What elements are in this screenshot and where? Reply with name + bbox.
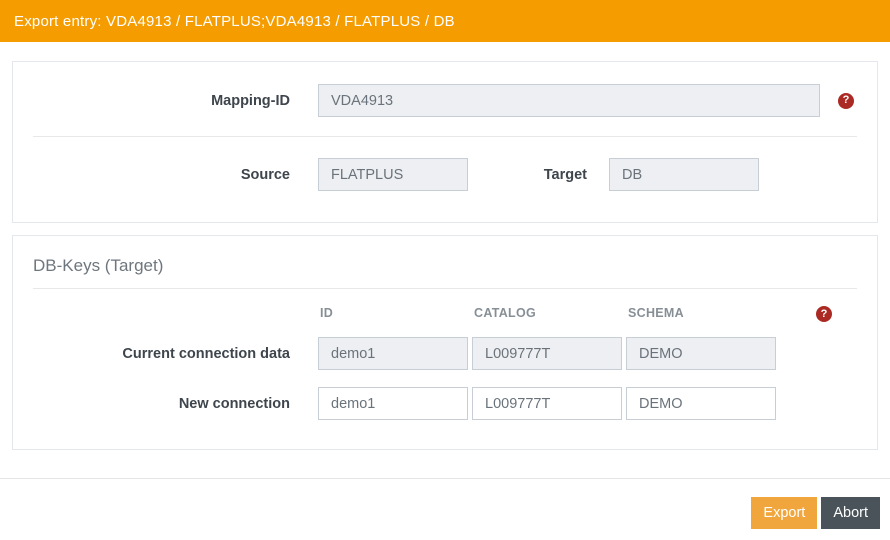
- db-keys-title: DB-Keys (Target): [33, 256, 164, 275]
- db-keys-card: DB-Keys (Target) ID CATALOG SCHEMA ? Cur…: [12, 235, 878, 450]
- source-input: [318, 158, 468, 191]
- column-header-row: ID CATALOG SCHEMA ?: [33, 306, 857, 322]
- column-header-id: ID: [320, 306, 334, 320]
- abort-button[interactable]: Abort: [821, 497, 880, 529]
- dialog-body: Mapping-ID ? Source Target DB-Keys (Targ…: [0, 42, 890, 450]
- current-catalog-input: [472, 337, 622, 370]
- target-label: Target: [543, 166, 587, 183]
- new-connection-label: New connection: [178, 395, 290, 412]
- new-catalog-input[interactable]: [472, 387, 622, 420]
- help-icon[interactable]: ?: [838, 92, 854, 109]
- mapping-card: Mapping-ID ? Source Target: [12, 61, 878, 223]
- title-bar: Export entry: VDA4913 / FLATPLUS;VDA4913…: [0, 0, 890, 42]
- footer-actions: Export Abort: [751, 497, 880, 529]
- footer-divider: [0, 478, 890, 479]
- source-target-row: Source Target: [33, 158, 857, 191]
- current-connection-label: Current connection data: [122, 345, 290, 362]
- column-header-catalog: CATALOG: [474, 306, 537, 320]
- export-button[interactable]: Export: [751, 497, 818, 529]
- page-title: Export entry: VDA4913 / FLATPLUS;VDA4913…: [14, 12, 455, 30]
- target-input: [609, 158, 759, 191]
- new-id-input[interactable]: [318, 387, 468, 420]
- column-header-schema: SCHEMA: [628, 306, 684, 320]
- current-id-input: [318, 337, 468, 370]
- mapping-id-row: Mapping-ID ?: [33, 84, 857, 117]
- mapping-id-label: Mapping-ID: [211, 92, 290, 109]
- new-connection-row: New connection: [33, 387, 857, 420]
- current-connection-row: Current connection data: [33, 337, 857, 370]
- new-schema-input[interactable]: [626, 387, 776, 420]
- current-schema-input: [626, 337, 776, 370]
- help-icon[interactable]: ?: [816, 306, 832, 322]
- divider: [33, 136, 857, 137]
- divider: [33, 288, 857, 289]
- mapping-id-input: [318, 84, 820, 117]
- source-label: Source: [240, 166, 290, 183]
